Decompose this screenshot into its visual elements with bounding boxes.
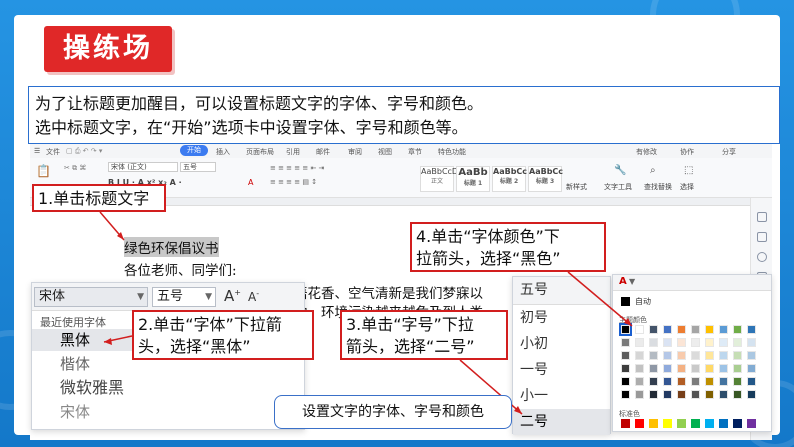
slide-background: 操练场 为了让标题更加醒目，可以设置标题文字的字体、字号和颜色。 选中标题文字，… — [0, 0, 794, 447]
callout-arrows — [99, 211, 633, 415]
slide-caption: 设置文字的字体、字号和颜色 — [274, 395, 512, 429]
arrow-head-icon — [104, 338, 112, 345]
arrow-to-black — [567, 271, 633, 327]
arrow-head-icon — [624, 318, 632, 326]
